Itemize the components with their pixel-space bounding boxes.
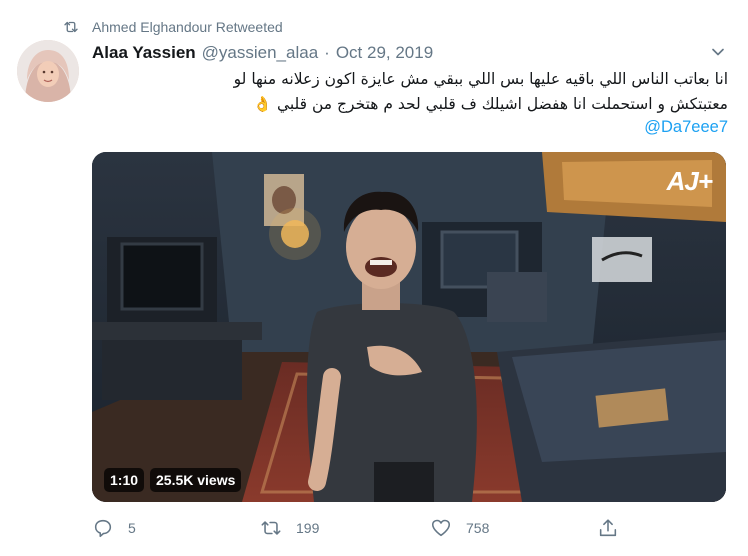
mention-link[interactable]: @Da7eee7 [600,118,728,137]
share-icon [599,519,617,537]
like-count: 758 [466,520,490,536]
share-button[interactable] [597,515,633,541]
tweet-date[interactable]: Oct 29, 2019 [336,43,433,63]
tweet-text-line-2: معتبتكش و استحملت انا هفضل اشيلك ف قلبي … [92,92,728,117]
separator-dot: · [324,43,330,62]
avatar[interactable] [17,40,79,102]
reply-count: 5 [128,520,136,536]
retweet-context[interactable]: Ahmed Elghandour Retweeted [62,17,283,37]
reply-button[interactable]: 5 [92,515,136,541]
tweet-card[interactable]: Ahmed Elghandour Retweeted Alaa Yassien … [0,0,748,556]
like-icon [431,519,451,537]
video-duration-badge: 1:10 [104,468,145,492]
retweet-button[interactable]: 199 [260,515,319,541]
tweet-header: Alaa Yassien @yassien_alaa · Oct 29, 201… [92,42,433,64]
retweet-count: 199 [296,520,320,536]
retweet-icon [261,521,281,535]
tweet-text: انا بعاتب الناس اللي باقيه عليها بس اللي… [92,67,728,117]
reply-icon [94,519,112,538]
retweeted-by-text[interactable]: Ahmed Elghandour Retweeted [92,19,283,35]
chevron-down-icon[interactable] [708,42,728,62]
author-handle[interactable]: @yassien_alaa [202,43,319,63]
ok-hand-emoji: 👌 [253,95,272,113]
tweet-text-line-2-text: معتبتكش و استحملت انا هفضل اشيلك ف قلبي … [276,95,728,113]
like-button[interactable]: 758 [430,515,489,541]
tweet-text-line-1: انا بعاتب الناس اللي باقيه عليها بس اللي… [233,70,728,88]
video-views-badge: 25.5K views [150,468,242,492]
video-thumbnail [92,152,726,502]
author-name[interactable]: Alaa Yassien [92,43,196,63]
tweet-actions: 5 199 758 [92,515,728,541]
video-player[interactable]: AJ+ 1:10 25.5K views [92,152,726,502]
channel-logo: AJ+ [666,166,713,196]
retweet-icon [64,21,78,33]
